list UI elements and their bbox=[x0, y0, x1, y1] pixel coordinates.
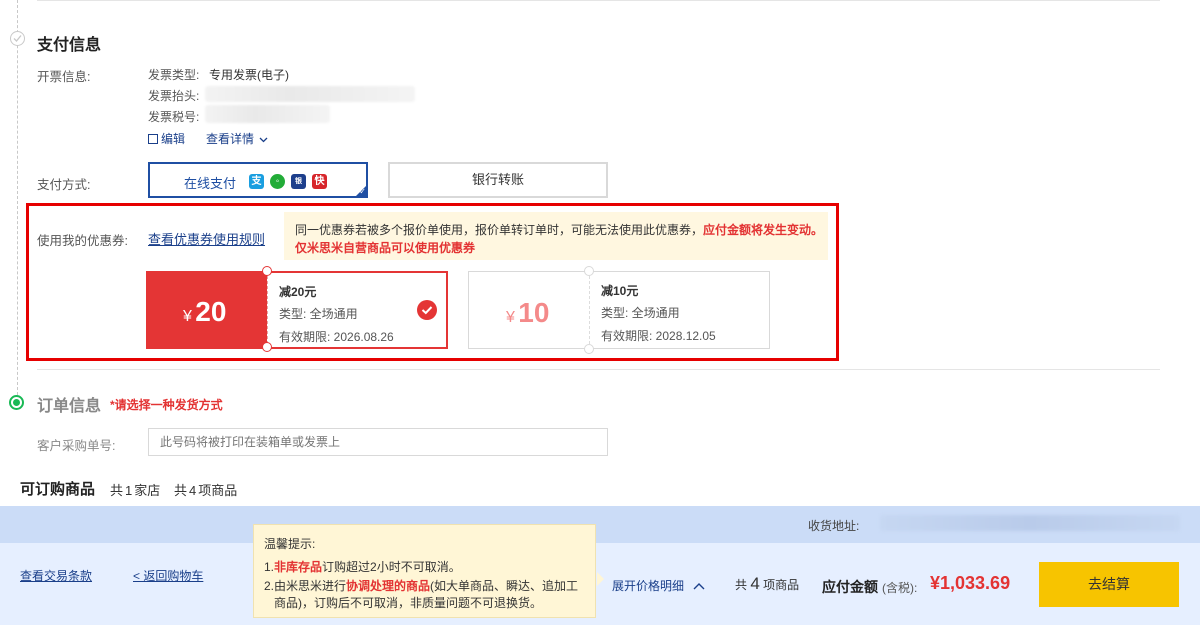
tip-text: (如大单商品、瞬达、追加工 bbox=[430, 579, 579, 593]
chevron-up-icon bbox=[693, 579, 705, 593]
count-value: 4 bbox=[750, 574, 760, 593]
coupon-notch bbox=[584, 344, 594, 354]
pay-online-option[interactable]: 在线支付 支 ◦ 银 快 ✓ bbox=[148, 162, 368, 198]
yen-symbol: ¥ bbox=[506, 309, 515, 326]
tip-red-text: 协调处理的商品 bbox=[346, 579, 431, 593]
tip-text: 订购超过2小时不可取消。 bbox=[322, 560, 461, 574]
coupon-title: 减10元 bbox=[601, 284, 639, 298]
coupon-type: 类型: 全场通用 bbox=[279, 307, 358, 321]
price-detail-label: 展开价格明细 bbox=[612, 579, 685, 593]
coupon-rules-link[interactable]: 查看优惠券使用规则 bbox=[148, 229, 265, 248]
payment-method-label: 支付方式: bbox=[37, 178, 91, 192]
yen-symbol: ¥ bbox=[183, 308, 192, 325]
po-label: 客户采购单号: bbox=[37, 439, 116, 453]
price-detail-toggle[interactable]: 展开价格明细 bbox=[612, 577, 705, 594]
total-note: (含税): bbox=[882, 581, 918, 595]
invoice-label: 开票信息: bbox=[37, 70, 91, 84]
notice-text: 同一优惠券若被多个报价单使用，报价单转订单时，可能无法使用此优惠券， bbox=[295, 223, 704, 237]
chevron-down-icon bbox=[259, 132, 268, 146]
details-label: 查看详情 bbox=[206, 132, 255, 146]
count-value: 1 bbox=[125, 483, 133, 498]
invoice-title-redacted bbox=[205, 86, 415, 102]
count-prefix: 共 bbox=[174, 483, 188, 498]
count-prefix: 共 bbox=[735, 578, 748, 592]
goods-shop-count: 共 1 家店 bbox=[110, 480, 160, 499]
tip-text: 2.由米思米进行 bbox=[264, 579, 347, 593]
back-to-cart-link[interactable]: < 返回购物车 bbox=[133, 567, 203, 584]
coupon-amount: 20 bbox=[195, 296, 227, 327]
notice-red-text: 应付金额将发生变动。 bbox=[703, 223, 824, 237]
check-icon: ✓ bbox=[359, 187, 366, 196]
coupon-title: 减20元 bbox=[279, 285, 317, 299]
count-suffix: 家店 bbox=[134, 483, 161, 498]
coupon-10-card[interactable]: ¥ 10 减10元 类型: 全场通用 有效期限: 2028.12.05 bbox=[468, 271, 770, 349]
coupon-expiry: 有效期限: 2028.12.05 bbox=[601, 329, 716, 343]
footer-item-count: 共 4 项商品 bbox=[735, 574, 799, 594]
coupon-label: 使用我的优惠券: bbox=[37, 234, 128, 248]
step-complete-icon bbox=[10, 31, 25, 46]
invoice-type-value: 专用发票(电子) bbox=[209, 68, 289, 82]
pay-online-label: 在线支付 bbox=[184, 176, 237, 191]
coupon-notch bbox=[262, 342, 272, 352]
total-label-text: 应付金额 bbox=[822, 579, 878, 595]
checkout-button[interactable]: 去结算 bbox=[1039, 562, 1179, 607]
tip-text: 1. bbox=[264, 560, 275, 574]
tip-title: 温馨提示: bbox=[264, 537, 316, 551]
tip-line-1: 1.非库存品订购超过2小时不可取消。 bbox=[264, 558, 461, 575]
section-divider bbox=[37, 369, 1160, 370]
coupon-amount: 10 bbox=[518, 297, 550, 328]
total-label: 应付金额 (含税): bbox=[822, 577, 917, 597]
payment-section-title: 支付信息 bbox=[37, 37, 102, 54]
address-label: 收货地址: bbox=[808, 519, 860, 533]
top-divider bbox=[37, 0, 1160, 1]
coupon-divider bbox=[589, 271, 590, 349]
coupon-10-value: ¥ 10 bbox=[506, 297, 549, 329]
tip-arrow bbox=[597, 572, 604, 586]
coupon-notch bbox=[262, 266, 272, 276]
invoice-details-link[interactable]: 查看详情 bbox=[206, 130, 268, 147]
total-amount: ¥1,033.69 bbox=[930, 573, 1011, 593]
unionpay-icon: 银 bbox=[291, 174, 306, 189]
count-suffix: 项商品 bbox=[198, 483, 238, 498]
tip-popover: 温馨提示: 1.非库存品订购超过2小时不可取消。 2.由米思米进行协调处理的商品… bbox=[253, 524, 596, 618]
coupon-selected-check-icon bbox=[417, 300, 437, 320]
address-redacted bbox=[880, 515, 1180, 531]
shipping-hint: *请选择一种发货方式 bbox=[110, 398, 223, 412]
step-active-icon bbox=[9, 395, 24, 410]
invoice-title-label: 发票抬头: bbox=[148, 89, 200, 103]
invoice-type-label: 发票类型: bbox=[148, 68, 200, 82]
coupon-notice: 同一优惠券若被多个报价单使用，报价单转订单时，可能无法使用此优惠券，应付金额将发… bbox=[284, 212, 828, 260]
po-number-input[interactable] bbox=[148, 428, 608, 456]
quickpay-icon: 快 bbox=[312, 174, 327, 189]
notice-line2: 仅米思米自营商品可以使用优惠券 bbox=[295, 241, 476, 255]
coupon-type: 类型: 全场通用 bbox=[601, 306, 680, 320]
tip-line-3: 商品)，订购后不可取消，非质量问题不可退换货。 bbox=[274, 596, 542, 610]
goods-title: 可订购商品 bbox=[20, 481, 96, 498]
coupon-20-value: ¥ 20 bbox=[183, 296, 226, 328]
edit-label: 编辑 bbox=[161, 132, 186, 146]
tip-red-text: 非库存品 bbox=[274, 560, 323, 574]
invoice-tax-label: 发票税号: bbox=[148, 110, 200, 124]
coupon-20-amount-panel[interactable]: ¥ 20 bbox=[146, 271, 267, 349]
wechat-pay-icon: ◦ bbox=[270, 174, 285, 189]
invoice-edit-link[interactable]: 编辑 bbox=[148, 130, 185, 147]
alipay-icon: 支 bbox=[249, 174, 264, 189]
coupon-notch bbox=[584, 266, 594, 276]
tip-line-2: 2.由米思米进行协调处理的商品(如大单商品、瞬达、追加工 bbox=[264, 577, 578, 594]
terms-link[interactable]: 查看交易条款 bbox=[20, 567, 92, 584]
count-prefix: 共 bbox=[110, 483, 124, 498]
invoice-tax-redacted bbox=[205, 105, 330, 123]
order-section-title: 订单信息 bbox=[37, 398, 102, 415]
goods-item-count: 共 4 项商品 bbox=[174, 480, 237, 499]
coupon-expiry: 有效期限: 2026.08.26 bbox=[279, 330, 394, 344]
edit-icon bbox=[148, 134, 158, 144]
pay-bank-option[interactable]: 银行转账 bbox=[388, 162, 608, 198]
count-suffix: 项商品 bbox=[763, 578, 800, 592]
count-value: 4 bbox=[189, 483, 197, 498]
timeline-line bbox=[17, 0, 18, 395]
